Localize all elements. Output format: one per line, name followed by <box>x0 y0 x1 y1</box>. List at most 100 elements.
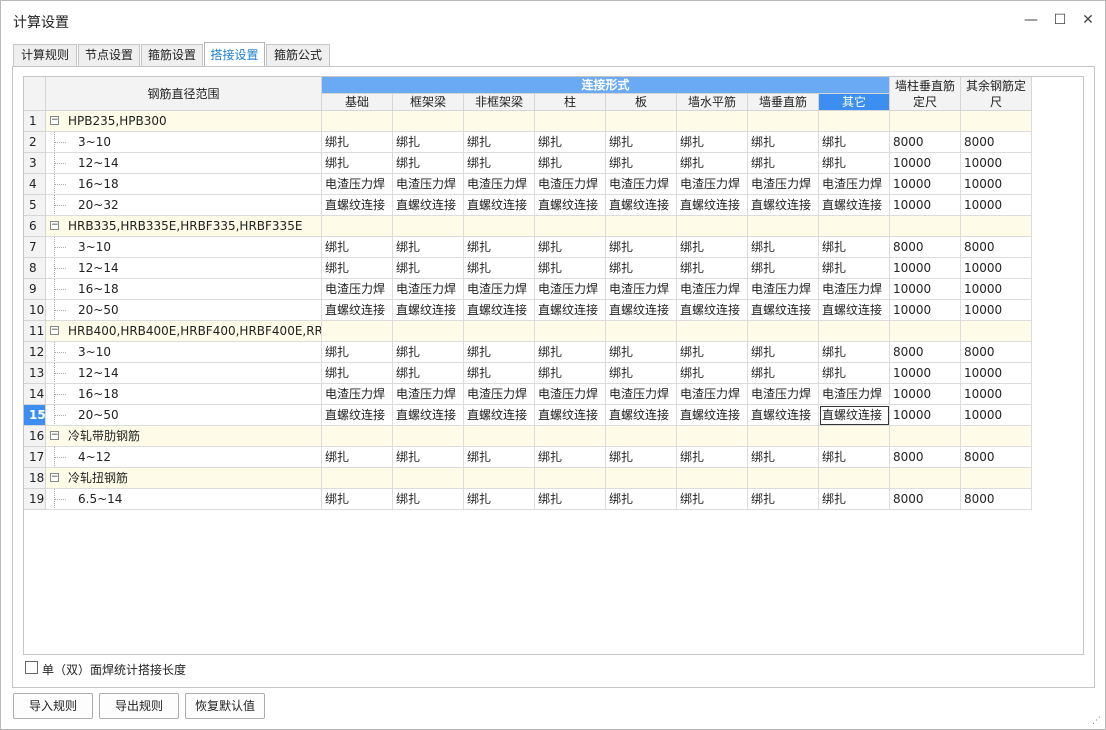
connection-type-cell[interactable]: 绑扎 <box>748 153 819 174</box>
table-row[interactable]: 12 3~10 绑扎 绑扎 绑扎 绑扎 绑扎 绑扎 绑扎 绑扎 8000 8000 <box>24 342 1032 363</box>
header-col-nonframe-beam[interactable]: 非框架梁 <box>464 94 535 111</box>
connection-type-cell[interactable]: 直螺纹连接 <box>606 300 677 321</box>
connection-type-cell[interactable]: 电渣压力焊 <box>748 174 819 195</box>
wall-column-fixed-length-cell[interactable]: 8000 <box>890 447 961 468</box>
collapse-icon[interactable]: − <box>50 116 59 125</box>
wall-column-fixed-length-cell[interactable] <box>890 426 961 447</box>
connection-type-cell[interactable] <box>535 216 606 237</box>
wall-column-fixed-length-cell[interactable]: 8000 <box>890 489 961 510</box>
connection-type-cell[interactable]: 绑扎 <box>393 258 464 279</box>
diameter-range-cell[interactable]: 3~10 <box>46 132 322 153</box>
connection-type-cell[interactable]: 电渣压力焊 <box>535 174 606 195</box>
diameter-range-cell[interactable]: 4~12 <box>46 447 322 468</box>
wall-column-fixed-length-cell[interactable] <box>890 216 961 237</box>
diameter-range-cell[interactable]: 3~10 <box>46 237 322 258</box>
other-fixed-length-cell[interactable]: 10000 <box>961 174 1032 195</box>
connection-type-cell[interactable]: 绑扎 <box>535 363 606 384</box>
other-fixed-length-cell[interactable]: 8000 <box>961 237 1032 258</box>
row-number[interactable]: 12 <box>24 342 46 363</box>
connection-type-cell[interactable]: 绑扎 <box>677 363 748 384</box>
connection-type-cell[interactable]: 绑扎 <box>819 363 890 384</box>
row-number[interactable]: 19 <box>24 489 46 510</box>
row-number[interactable]: 9 <box>24 279 46 300</box>
tab-calc-rules[interactable]: 计算规则 <box>13 44 77 66</box>
table-row[interactable]: 15 20~50 直螺纹连接 直螺纹连接 直螺纹连接 直螺纹连接 直螺纹连接 直螺纹连接 直螺纹… <box>24 405 1032 426</box>
connection-type-cell[interactable] <box>535 426 606 447</box>
connection-type-cell[interactable]: 绑扎 <box>748 132 819 153</box>
connection-type-cell[interactable]: 直螺纹连接 <box>677 300 748 321</box>
table-row[interactable]: 4 16~18 电渣压力焊 电渣压力焊 电渣压力焊 电渣压力焊 电渣压力焊 电渣压力焊 电渣压力… <box>24 174 1032 195</box>
connection-type-cell[interactable] <box>606 111 677 132</box>
connection-type-cell[interactable]: 绑扎 <box>606 363 677 384</box>
connection-type-cell[interactable]: 直螺纹连接 <box>535 195 606 216</box>
diameter-range-cell[interactable]: 20~50 <box>46 405 322 426</box>
other-fixed-length-cell[interactable]: 10000 <box>961 405 1032 426</box>
import-rules-button[interactable]: 导入规则 <box>13 693 93 719</box>
connection-type-cell[interactable] <box>464 111 535 132</box>
diameter-range-cell[interactable]: 16~18 <box>46 174 322 195</box>
tab-lap-settings[interactable]: 搭接设置 <box>204 42 265 67</box>
connection-type-cell[interactable]: 直螺纹连接 <box>535 300 606 321</box>
connection-type-cell[interactable]: 绑扎 <box>322 342 393 363</box>
row-number[interactable]: 5 <box>24 195 46 216</box>
connection-type-cell[interactable]: 电渣压力焊 <box>464 174 535 195</box>
connection-type-cell[interactable] <box>322 216 393 237</box>
group-row[interactable]: 16− 冷轧带肋钢筋 <box>24 426 1032 447</box>
tab-stirrup-settings[interactable]: 箍筋设置 <box>141 44 203 66</box>
other-fixed-length-cell[interactable]: 10000 <box>961 300 1032 321</box>
connection-type-cell[interactable]: 绑扎 <box>322 153 393 174</box>
connection-type-cell[interactable]: 绑扎 <box>819 132 890 153</box>
connection-type-cell[interactable]: 绑扎 <box>464 447 535 468</box>
connection-type-cell[interactable] <box>677 111 748 132</box>
connection-type-cell[interactable]: 绑扎 <box>606 489 677 510</box>
connection-type-cell[interactable] <box>606 468 677 489</box>
connection-type-cell[interactable]: 绑扎 <box>535 237 606 258</box>
connection-type-cell[interactable]: 绑扎 <box>393 447 464 468</box>
table-row[interactable]: 19 6.5~14 绑扎 绑扎 绑扎 绑扎 绑扎 绑扎 绑扎 绑扎 8000 8000 <box>24 489 1032 510</box>
row-number[interactable]: 18 <box>24 468 46 489</box>
connection-type-cell[interactable] <box>393 321 464 342</box>
other-fixed-length-cell[interactable]: 10000 <box>961 258 1032 279</box>
diameter-range-cell[interactable]: 12~14 <box>46 153 322 174</box>
connection-type-cell[interactable] <box>819 426 890 447</box>
connection-type-cell[interactable] <box>606 321 677 342</box>
connection-type-cell[interactable]: 直螺纹连接 <box>464 405 535 426</box>
connection-type-cell[interactable]: 绑扎 <box>606 258 677 279</box>
row-number[interactable]: 1 <box>24 111 46 132</box>
connection-type-cell[interactable]: 直螺纹连接 <box>464 300 535 321</box>
connection-type-cell[interactable]: 绑扎 <box>393 132 464 153</box>
connection-type-cell[interactable]: 绑扎 <box>606 447 677 468</box>
wall-column-fixed-length-cell[interactable]: 10000 <box>890 300 961 321</box>
header-col-column[interactable]: 柱 <box>535 94 606 111</box>
other-fixed-length-cell[interactable]: 8000 <box>961 489 1032 510</box>
diameter-range-cell[interactable]: 16~18 <box>46 384 322 405</box>
restore-defaults-button[interactable]: 恢复默认值 <box>185 693 265 719</box>
group-row[interactable]: 18− 冷轧扭钢筋 <box>24 468 1032 489</box>
connection-type-cell[interactable]: 绑扎 <box>677 258 748 279</box>
connection-type-cell[interactable]: 绑扎 <box>748 447 819 468</box>
table-row[interactable]: 13 12~14 绑扎 绑扎 绑扎 绑扎 绑扎 绑扎 绑扎 绑扎 10000 10000 <box>24 363 1032 384</box>
connection-type-cell[interactable] <box>606 216 677 237</box>
lap-length-checkbox[interactable] <box>25 661 38 674</box>
other-fixed-length-cell[interactable]: 10000 <box>961 384 1032 405</box>
connection-type-cell[interactable]: 绑扎 <box>819 237 890 258</box>
table-row[interactable]: 3 12~14 绑扎 绑扎 绑扎 绑扎 绑扎 绑扎 绑扎 绑扎 10000 10000 <box>24 153 1032 174</box>
row-number[interactable]: 4 <box>24 174 46 195</box>
maximize-icon[interactable]: ☐ <box>1049 9 1071 31</box>
connection-type-cell[interactable]: 绑扎 <box>748 489 819 510</box>
connection-type-cell[interactable]: 绑扎 <box>464 258 535 279</box>
connection-type-cell[interactable]: 电渣压力焊 <box>535 384 606 405</box>
connection-type-cell[interactable]: 绑扎 <box>677 153 748 174</box>
connection-type-cell[interactable]: 绑扎 <box>464 153 535 174</box>
connection-type-cell[interactable]: 绑扎 <box>464 237 535 258</box>
connection-type-cell[interactable]: 绑扎 <box>819 447 890 468</box>
connection-type-cell[interactable]: 电渣压力焊 <box>606 384 677 405</box>
connection-type-cell[interactable]: 直螺纹连接 <box>748 405 819 426</box>
row-number[interactable]: 16 <box>24 426 46 447</box>
collapse-icon[interactable]: − <box>50 431 59 440</box>
row-number[interactable]: 8 <box>24 258 46 279</box>
other-fixed-length-cell[interactable] <box>961 111 1032 132</box>
diameter-range-cell[interactable]: 3~10 <box>46 342 322 363</box>
connection-type-cell[interactable]: 电渣压力焊 <box>322 279 393 300</box>
row-number[interactable]: 2 <box>24 132 46 153</box>
